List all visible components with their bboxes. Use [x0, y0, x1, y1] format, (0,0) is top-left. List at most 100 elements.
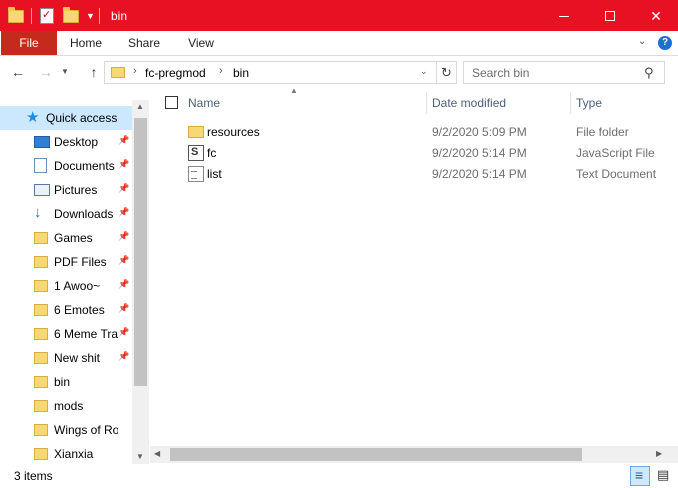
file-type: File folder [576, 125, 629, 139]
tab-view[interactable]: View [176, 31, 226, 55]
minimize-icon [559, 15, 569, 17]
breadcrumb-item[interactable]: fc-pregmod [145, 66, 206, 80]
pin-icon[interactable]: 📌 [118, 135, 129, 146]
sidebar-item-quick-access[interactable]: ★ Quick access [0, 106, 132, 130]
navigation-pane: ★ Quick access Desktop 📌 Documents 📌 Pic… [0, 100, 150, 464]
sidebar-item-label: Desktop [54, 135, 99, 149]
pin-icon[interactable]: 📌 [118, 327, 129, 338]
tab-file[interactable]: File [1, 31, 57, 55]
sidebar-item-mods[interactable]: mods [0, 394, 132, 418]
sidebar-item-label: Wings of Rolde [54, 423, 118, 437]
select-all-checkbox[interactable] [165, 96, 178, 109]
sidebar-item-xianxia[interactable]: Xianxia [0, 442, 132, 464]
sidebar-item-label: Pictures [54, 183, 98, 197]
up-arrow-icon[interactable]: ↑ [84, 62, 104, 82]
sidebar-item-emotes[interactable]: 6 Emotes 📌 [0, 298, 132, 322]
recent-locations-chevron-icon[interactable]: ▼ [58, 62, 72, 82]
text-file-icon [188, 166, 204, 182]
folder-icon [34, 280, 48, 292]
scrollbar-thumb[interactable] [134, 118, 147, 386]
title-bar: ▼ bin ✕ [0, 0, 678, 31]
sidebar-item-meme-trash[interactable]: 6 Meme Tras 📌 [0, 322, 132, 346]
pin-icon[interactable]: 📌 [118, 279, 129, 290]
maximize-icon [605, 11, 615, 21]
file-type: Text Document [576, 167, 657, 181]
sidebar-item-downloads[interactable]: ↓ Downloads 📌 [0, 202, 132, 226]
maximize-button[interactable] [587, 1, 633, 31]
sidebar-item-label: bin [54, 375, 71, 389]
sidebar-item-games[interactable]: Games 📌 [0, 226, 132, 250]
table-row[interactable]: list 9/2/2020 5:14 PM Text Document [160, 163, 660, 184]
pin-icon[interactable]: 📌 [118, 159, 129, 170]
pin-icon[interactable]: 📌 [118, 183, 129, 194]
content-horizontal-scrollbar[interactable]: ◀ ▶ [150, 446, 678, 463]
navigation-bar: ← → ▼ ↑ › fc-pregmod › bin ⌄ ↻ Search bi… [0, 56, 678, 90]
scrollbar-thumb[interactable] [170, 448, 582, 461]
refresh-button[interactable]: ↻ [437, 61, 457, 84]
sidebar-item-new-shit[interactable]: New shit 📌 [0, 346, 132, 370]
tab-home[interactable]: Home [60, 31, 112, 55]
close-icon: ✕ [650, 7, 662, 24]
file-name: fc [207, 146, 217, 160]
ribbon-tabs: File Home Share View ⌄ ? [0, 31, 678, 56]
scroll-left-icon[interactable]: ◀ [154, 449, 160, 458]
sidebar-item-desktop[interactable]: Desktop 📌 [0, 130, 132, 154]
downloads-icon: ↓ [34, 204, 42, 221]
scroll-right-icon[interactable]: ▶ [656, 449, 662, 458]
new-folder-icon[interactable] [62, 7, 80, 25]
sidebar-item-bin[interactable]: bin [0, 370, 132, 394]
forward-arrow-icon[interactable]: → [36, 62, 56, 82]
column-divider[interactable] [426, 92, 427, 114]
large-icons-view-button[interactable] [654, 466, 674, 486]
close-button[interactable]: ✕ [633, 1, 678, 31]
scroll-down-icon[interactable]: ▼ [136, 452, 144, 461]
pin-icon[interactable]: 📌 [118, 351, 129, 362]
table-row[interactable]: resources 9/2/2020 5:09 PM File folder [160, 121, 660, 142]
table-row[interactable]: fc 9/2/2020 5:14 PM JavaScript File [160, 142, 660, 163]
customize-toolbar-chevron-icon[interactable]: ▼ [86, 11, 95, 21]
search-input[interactable]: Search bin ⚲ [463, 61, 665, 84]
search-icon: ⚲ [644, 65, 654, 80]
column-header-type[interactable]: Type [576, 90, 666, 116]
navigation-pane-scrollbar[interactable]: ▲ ▼ [132, 100, 149, 464]
properties-icon[interactable] [38, 7, 56, 25]
help-icon[interactable]: ? [658, 36, 672, 50]
breadcrumb-item[interactable]: bin [233, 66, 249, 80]
sidebar-item-label: Downloads [54, 207, 114, 221]
expand-ribbon-chevron-icon[interactable]: ⌄ [638, 36, 646, 47]
documents-icon [34, 158, 47, 173]
window-title: bin [111, 9, 128, 23]
breadcrumb-chevron-icon[interactable]: › [219, 65, 223, 77]
sidebar-item-label: Documents [54, 159, 115, 173]
tab-share[interactable]: Share [118, 31, 170, 55]
sidebar-item-wings-of-rolde[interactable]: Wings of Rolde [0, 418, 132, 442]
quick-access-toolbar: ▼ [7, 7, 106, 25]
file-date-modified: 9/2/2020 5:14 PM [432, 146, 527, 160]
column-divider[interactable] [570, 92, 571, 114]
sidebar-item-label: mods [54, 399, 84, 413]
column-header-label: Name [188, 96, 221, 110]
scroll-up-icon[interactable]: ▲ [136, 102, 144, 111]
sidebar-item-pdf-files[interactable]: PDF Files 📌 [0, 250, 132, 274]
address-bar[interactable]: › fc-pregmod › bin ⌄ [104, 61, 437, 84]
folder-icon [34, 256, 48, 268]
column-header-name[interactable]: Name [188, 90, 428, 116]
minimize-button[interactable] [541, 1, 587, 31]
column-header-date-modified[interactable]: Date modified [432, 90, 570, 116]
details-view-button[interactable] [630, 466, 650, 486]
star-icon: ★ [26, 109, 40, 126]
pin-icon[interactable]: 📌 [118, 207, 129, 218]
pin-icon[interactable]: 📌 [118, 255, 129, 266]
address-history-chevron-icon[interactable]: ⌄ [420, 66, 428, 77]
sidebar-item-awoo[interactable]: 1 Awoo~ 📌 [0, 274, 132, 298]
item-count: 3 items [14, 469, 53, 483]
search-placeholder: Search bin [472, 66, 530, 80]
sidebar-item-label: Quick access [46, 111, 118, 125]
folder-icon [34, 232, 48, 244]
back-arrow-icon[interactable]: ← [8, 62, 28, 82]
pin-icon[interactable]: 📌 [118, 231, 129, 242]
pin-icon[interactable]: 📌 [118, 303, 129, 314]
sidebar-item-pictures[interactable]: Pictures 📌 [0, 178, 132, 202]
sidebar-item-documents[interactable]: Documents 📌 [0, 154, 132, 178]
breadcrumb-chevron-icon[interactable]: › [133, 65, 137, 77]
